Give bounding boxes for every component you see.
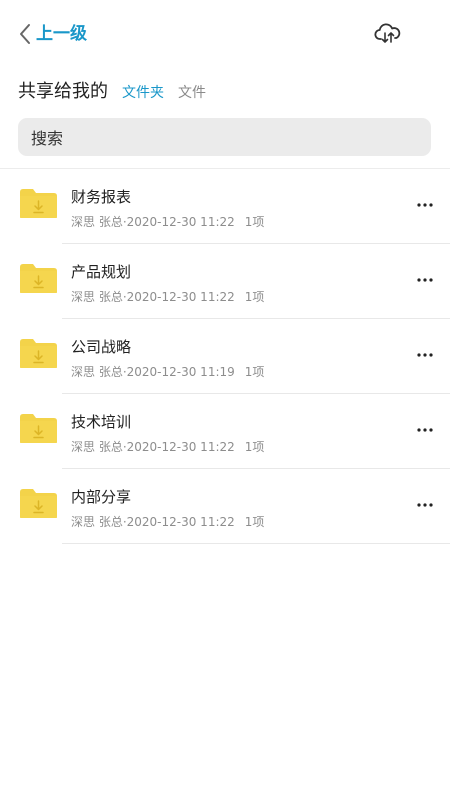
folder-item-count: 1项 [244,440,265,454]
folder-owner-date: 深思 张总·2020-12-30 11:22 [71,515,235,529]
folder-item-count: 1项 [244,515,265,529]
cloud-download-button[interactable] [374,20,402,48]
row-divider [62,543,450,544]
folder-name: 技术培训 [71,413,132,431]
folder-row[interactable]: 内部分享 深思 张总·2020-12-30 11:22 1项 [0,469,450,544]
folder-owner-date: 深思 张总·2020-12-30 11:22 [71,215,235,229]
folder-owner-date: 深思 张总·2020-12-30 11:22 [71,440,235,454]
more-dots-icon[interactable] [412,494,438,516]
folder-owner-date: 深思 张总·2020-12-30 11:19 [71,365,235,379]
more-dots-icon[interactable] [412,419,438,441]
folder-row[interactable]: 产品规划 深思 张总·2020-12-30 11:22 1项 [0,244,450,319]
folder-name: 财务报表 [71,188,132,206]
search-input[interactable]: 搜索 [18,118,431,156]
folder-download-icon [20,489,57,518]
page-title: 共享给我的 [18,81,108,102]
folder-item-count: 1项 [244,365,265,379]
folder-name: 公司战略 [71,338,132,356]
tab-files[interactable]: 文件 [178,82,206,102]
folder-meta: 深思 张总·2020-12-30 11:22 1项 [71,213,264,230]
folder-download-icon [20,189,57,218]
chevron-left-icon [20,24,30,44]
folder-download-icon [20,414,57,443]
more-dots-icon[interactable] [412,269,438,291]
back-button[interactable]: 上一级 [18,20,87,48]
folder-download-icon [20,264,57,293]
folder-meta: 深思 张总·2020-12-30 11:19 1项 [71,363,264,380]
folder-item-count: 1项 [244,290,265,304]
folder-name: 产品规划 [71,263,132,281]
folder-meta: 深思 张总·2020-12-30 11:22 1项 [71,438,264,455]
folder-item-count: 1项 [244,215,265,229]
more-dots-icon[interactable] [412,344,438,366]
cloud-download-icon [374,23,401,43]
search-placeholder: 搜索 [31,129,64,148]
folder-list: 财务报表 深思 张总·2020-12-30 11:22 1项 产品规划 深思 张总… [0,169,450,544]
folder-download-icon [20,339,57,368]
more-dots-icon[interactable] [412,194,438,216]
back-label: 上一级 [36,24,87,44]
folder-meta: 深思 张总·2020-12-30 11:22 1项 [71,513,264,530]
top-bar: 上一级 [0,0,450,66]
folder-row[interactable]: 财务报表 深思 张总·2020-12-30 11:22 1项 [0,169,450,244]
tab-folders[interactable]: 文件夹 [122,82,164,102]
title-bar: 共享给我的 文件夹 文件 [18,77,206,105]
folder-row[interactable]: 技术培训 深思 张总·2020-12-30 11:22 1项 [0,394,450,469]
folder-name: 内部分享 [71,488,132,506]
folder-row[interactable]: 公司战略 深思 张总·2020-12-30 11:19 1项 [0,319,450,394]
folder-meta: 深思 张总·2020-12-30 11:22 1项 [71,288,264,305]
folder-owner-date: 深思 张总·2020-12-30 11:22 [71,290,235,304]
